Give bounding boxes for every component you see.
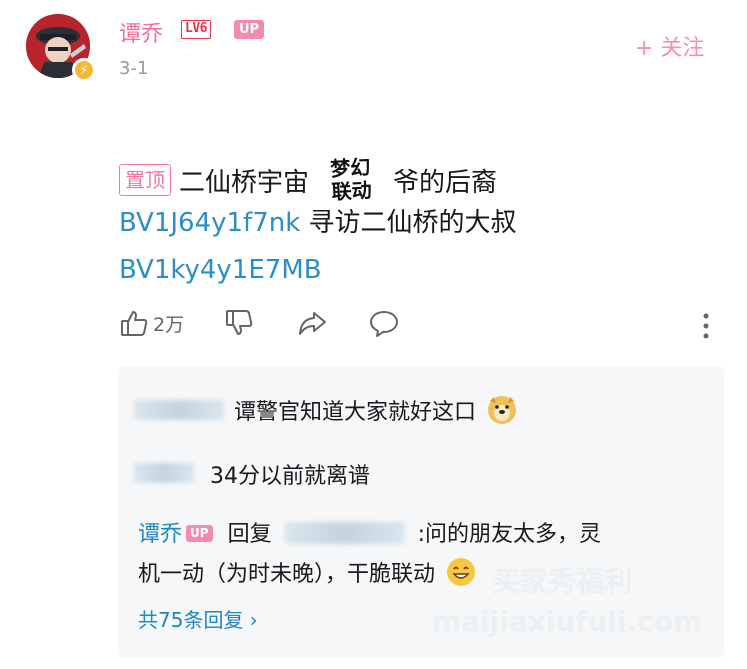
comment-text-part-1: 二仙桥宇宙 [179,167,310,198]
follow-button[interactable]: + 关注 [635,30,704,62]
sticker-text-bottom: 联动 [330,177,373,205]
replies-panel: 谭警官知道大家就好这口 34分以前就离谱 谭乔 UP 回复 :问的朋友太多，灵 机… [118,366,724,658]
reply-item[interactable]: 谭警官知道大家就好这口 [234,394,517,426]
pinned-tag: 置顶 [119,164,171,196]
blurred-username [284,522,405,544]
username[interactable]: 谭乔 [119,16,163,48]
comment-text-part-2: 爷的后裔 [393,167,498,198]
like-button[interactable]: 2万 [119,308,184,338]
comment-line-2: BV1J64y1f7nk 寻访二仙桥的大叔 [119,202,517,239]
smiling-emoji-icon [446,557,476,587]
up-reply-line-1[interactable]: 谭乔 UP 回复 :问的朋友太多，灵 [138,516,601,548]
up-reply-text-1: :问的朋友太多，灵 [417,522,601,547]
doge-emoji-icon [487,395,517,425]
post-date: 3-1 [119,58,149,79]
thumbs-up-icon [121,311,148,336]
reply-text: 谭警官知道大家就好这口 [234,400,477,425]
reply-item[interactable]: 34分以前就离谱 [210,458,370,490]
up-reply-line-2[interactable]: 机一动（为时未晚），干脆联动 [138,556,476,588]
up-reply-text-2: 机一动（为时未晚），干脆联动 [138,562,436,587]
reply-username[interactable]: 谭乔 [138,522,182,547]
video-link-2[interactable]: BV1ky4y1E7MB [119,255,322,285]
verified-lightning-icon: ⚡ [72,58,96,82]
reply-word: 回复 [227,522,272,547]
comment-bubble-icon [370,311,399,337]
level-badge: LV6 [181,20,211,39]
avatar[interactable]: ⚡ [26,14,96,82]
comment-button[interactable] [368,308,400,338]
dislike-button[interactable] [224,308,254,338]
like-count: 2万 [153,313,185,336]
action-bar: 2万 [119,308,400,338]
blurred-username [134,400,224,420]
reply-text: 34分以前就离谱 [210,464,370,489]
video-link-1-caption: 寻访二仙桥的大叔 [300,208,517,238]
up-badge: UP [234,20,265,39]
thumbs-down-icon [226,310,253,335]
video-link-1[interactable]: BV1J64y1f7nk [119,208,300,238]
view-all-replies-link[interactable]: 共75条回复 › [138,604,258,633]
blurred-username [134,463,194,483]
share-arrow-icon [299,312,327,335]
more-options-icon[interactable] [703,313,709,343]
share-button[interactable] [296,308,328,338]
comment-line-3: BV1ky4y1E7MB [119,255,322,285]
up-badge: UP [186,525,213,542]
